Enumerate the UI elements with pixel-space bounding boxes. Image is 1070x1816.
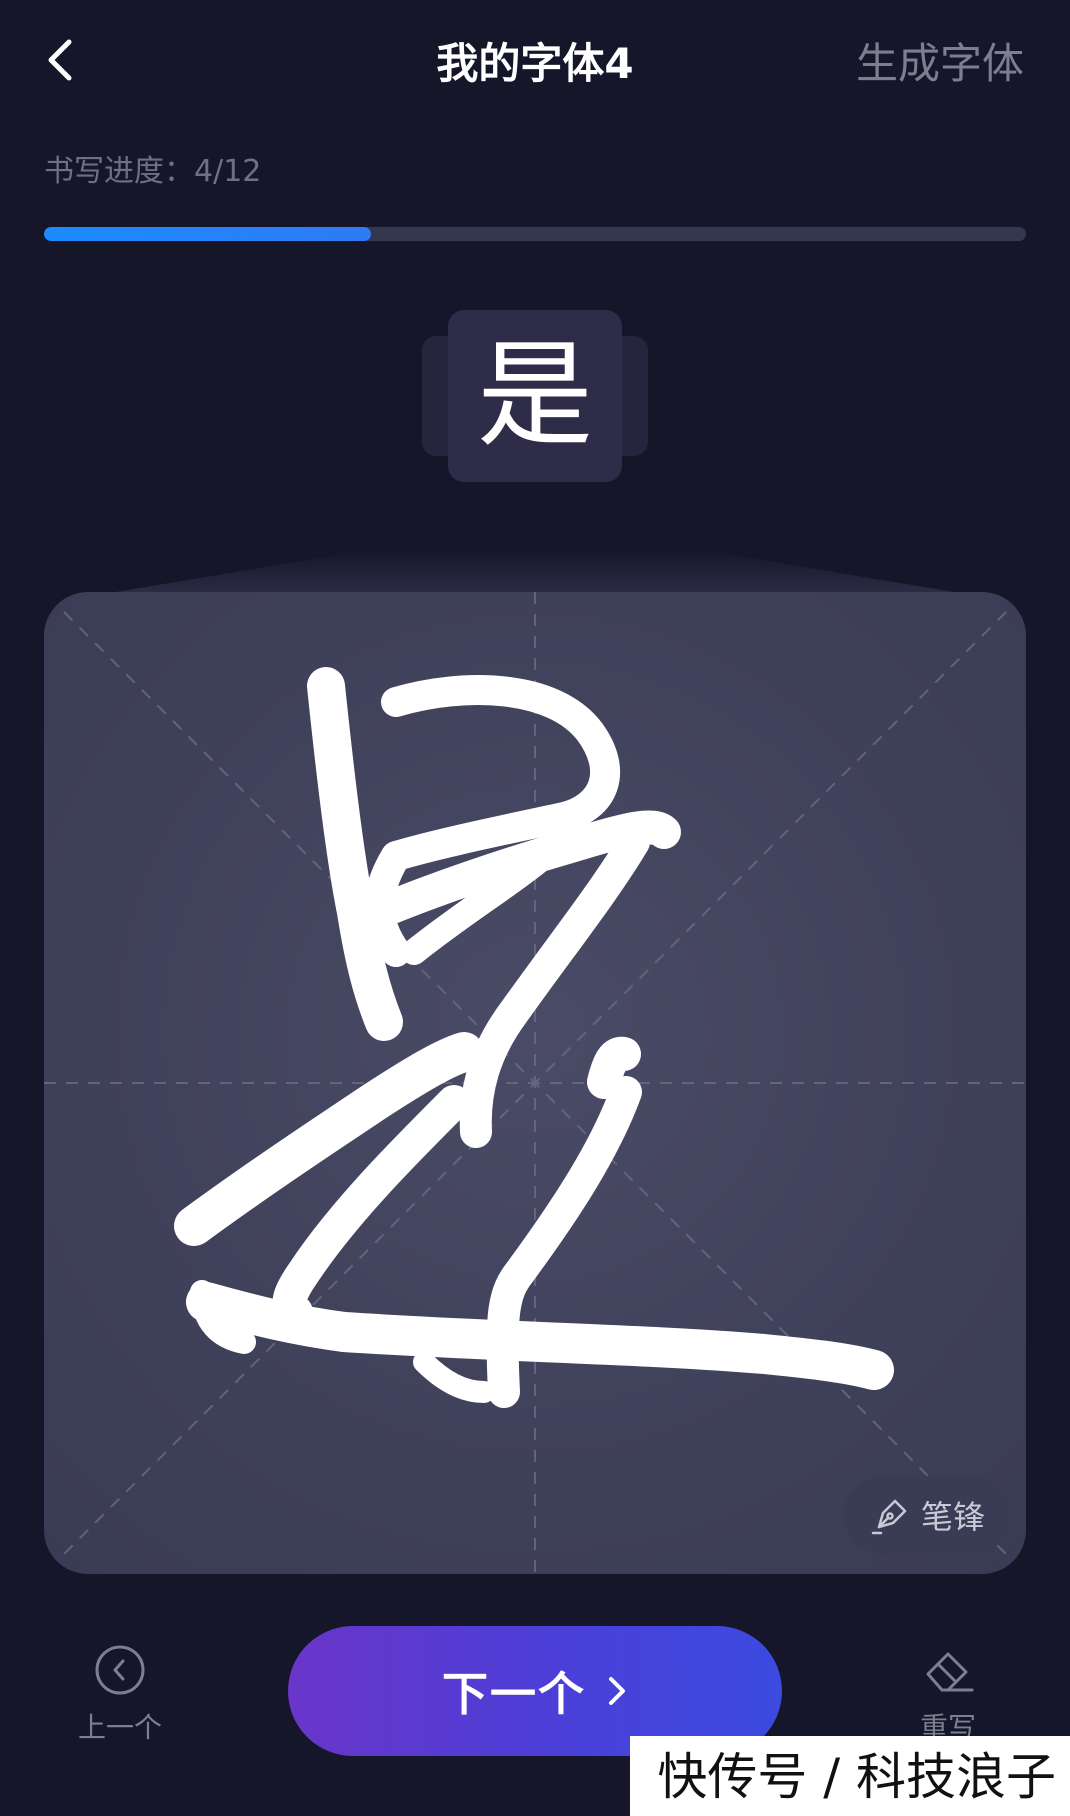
- writing-canvas[interactable]: 笔锋: [44, 592, 1026, 1574]
- current-character-card: 是: [448, 310, 622, 482]
- pen-stroke-label: 笔锋: [920, 1498, 985, 1536]
- pen-nib-icon: [871, 1499, 907, 1535]
- canvas-glow: [104, 549, 966, 594]
- chevron-right-icon: [609, 1677, 625, 1705]
- progress-bar: [44, 227, 1026, 241]
- progress-label: 书写进度：4/12: [44, 154, 262, 189]
- watermark-text: 快传号 / 科技浪子: [649, 1744, 1064, 1810]
- progress-bar-fill: [44, 227, 371, 241]
- previous-button[interactable]: 上一个: [70, 1644, 170, 1754]
- previous-label: 上一个: [77, 1711, 162, 1744]
- circle-chevron-left-icon: [95, 1645, 145, 1695]
- handwritten-stroke: [174, 667, 894, 1408]
- eraser-icon: [926, 1652, 974, 1692]
- current-character: 是: [477, 328, 593, 463]
- pen-stroke-toggle[interactable]: 笔锋: [844, 1476, 1010, 1554]
- generate-font-button[interactable]: 生成字体: [856, 34, 1024, 94]
- next-label: 下一个: [442, 1667, 586, 1721]
